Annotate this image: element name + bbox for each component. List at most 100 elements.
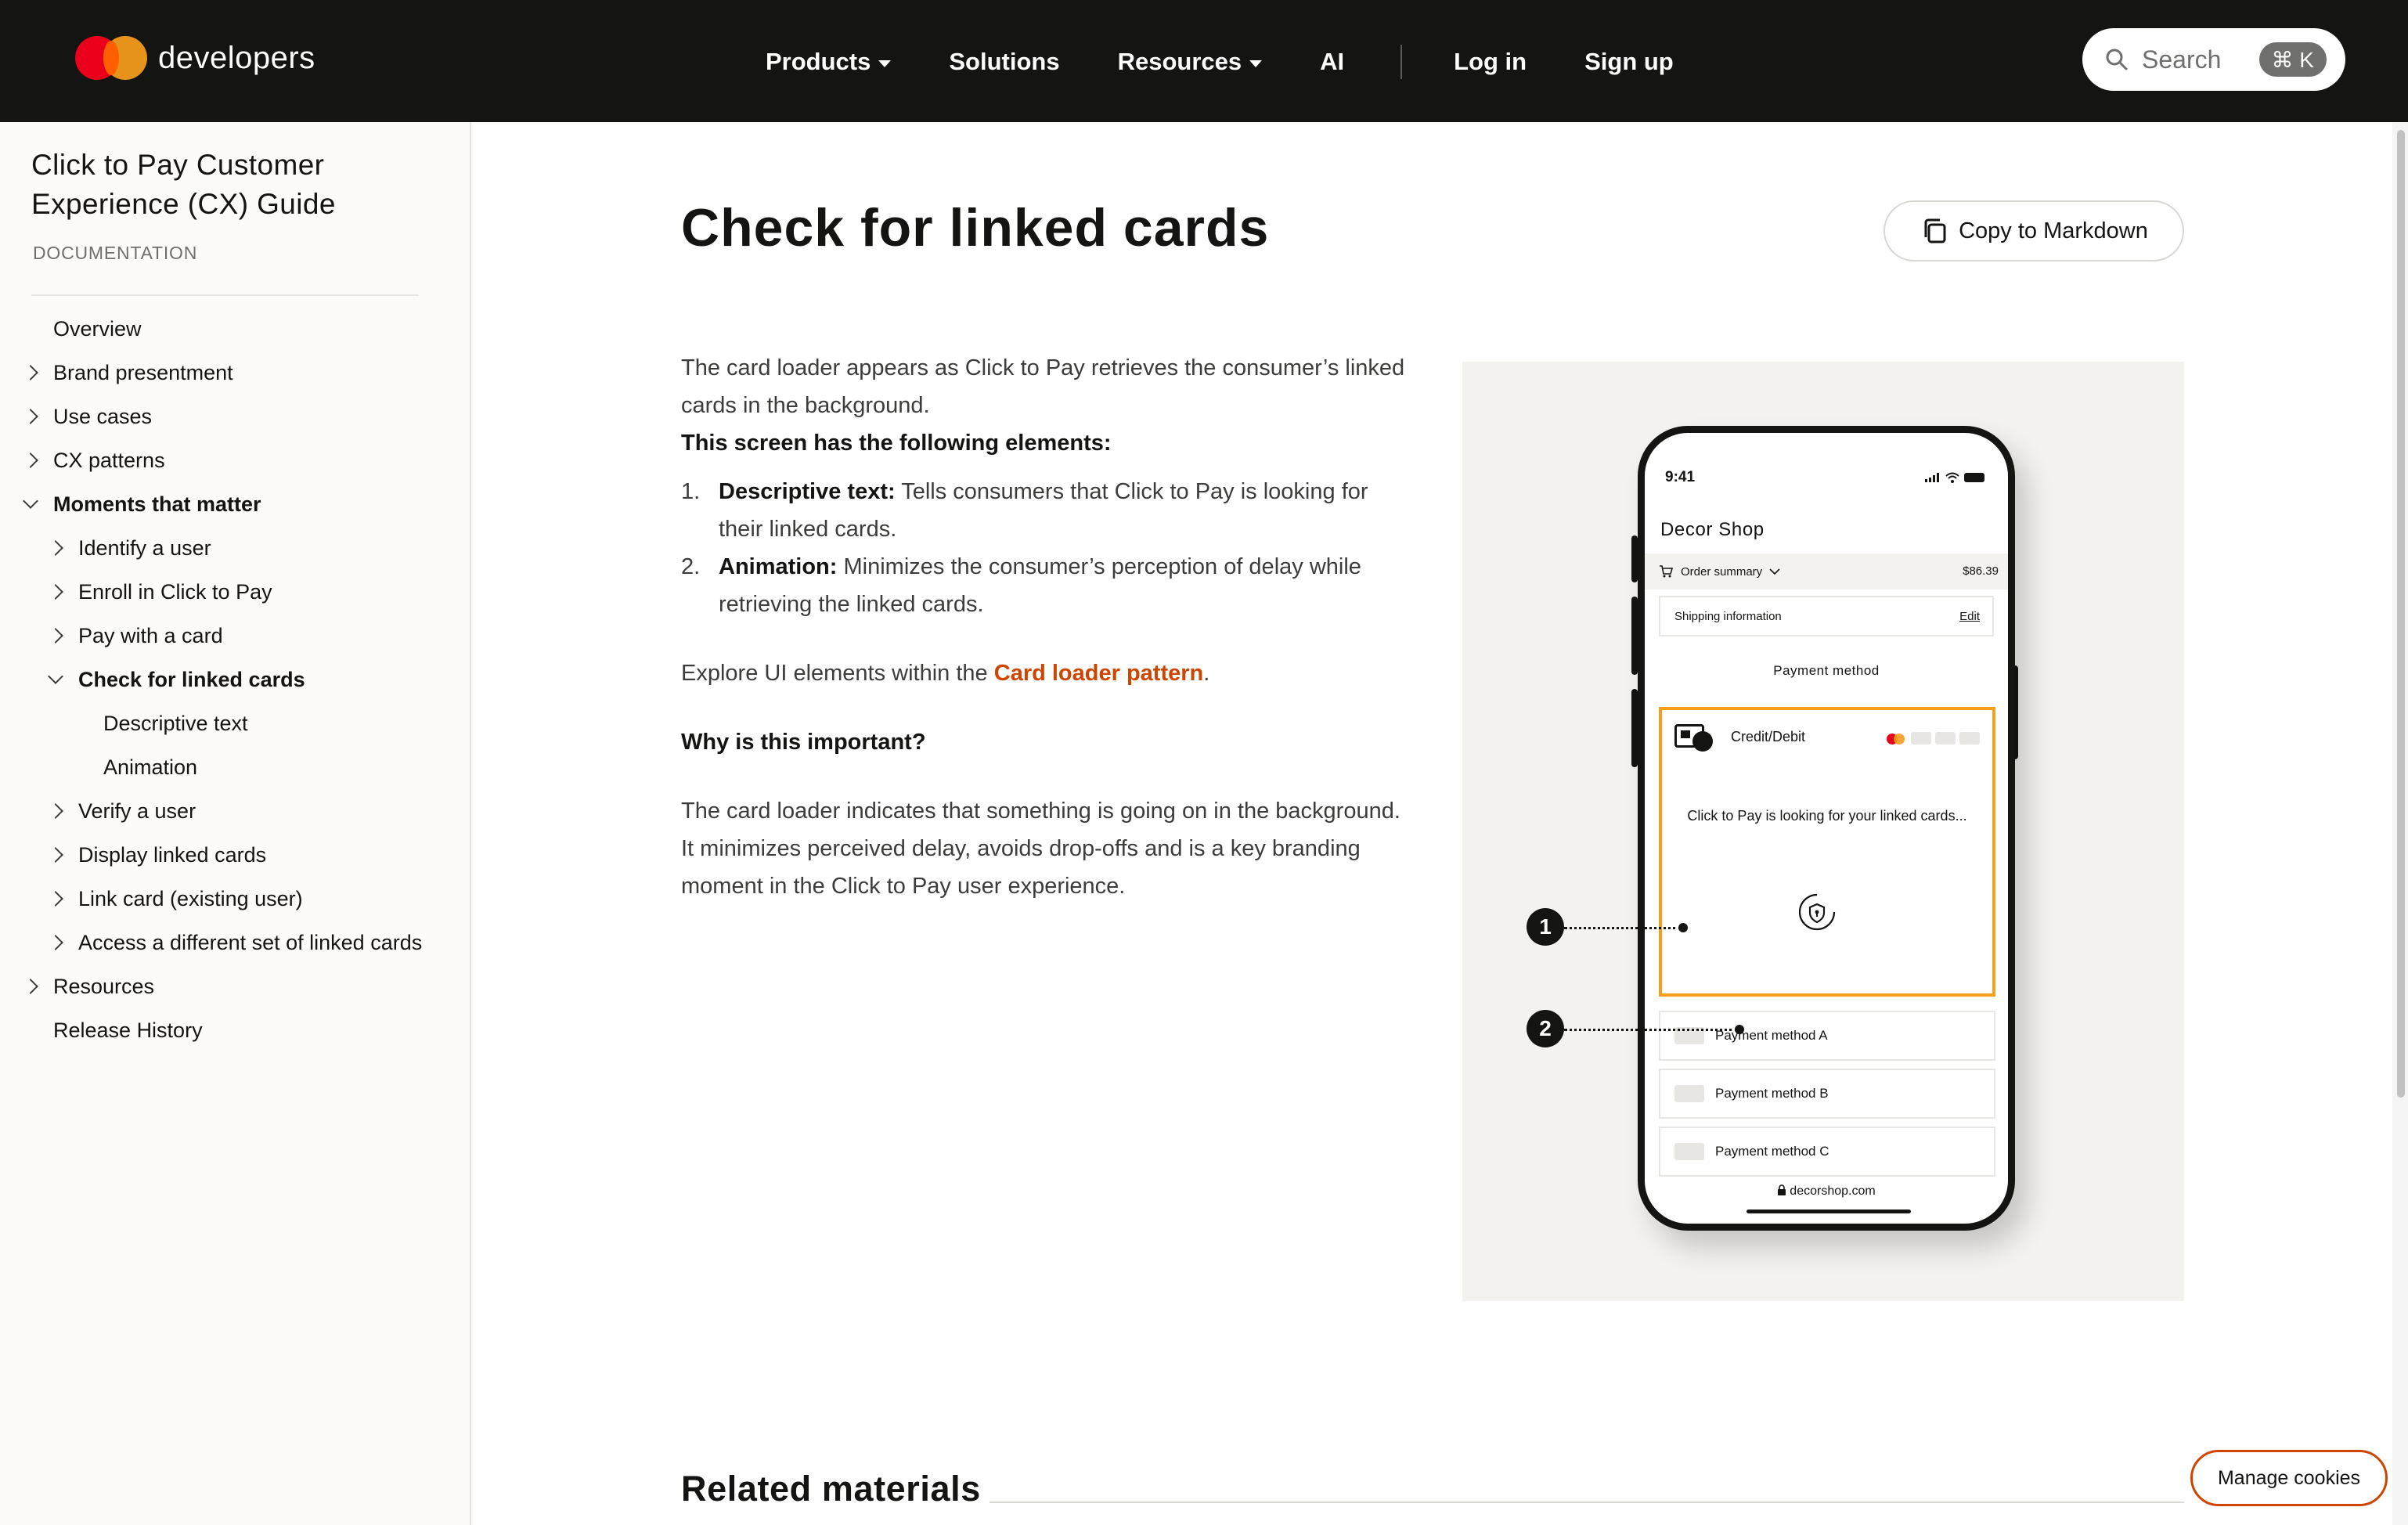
sidebar-item-label: Verify a user: [78, 799, 196, 823]
sidebar-item-link-card-existing-user[interactable]: Link card (existing user): [0, 877, 470, 921]
card-brand-placeholder: [1935, 732, 1956, 744]
credit-debit-label: Credit/Debit: [1731, 729, 1806, 744]
sidebar-item-moments-that-matter[interactable]: Moments that matter: [0, 482, 470, 526]
nav-products-label: Products: [766, 48, 871, 75]
sidebar-item-release-history[interactable]: Release History: [0, 1008, 470, 1052]
sidebar-item-label: Display linked cards: [78, 842, 267, 867]
manage-cookies-button[interactable]: Manage cookies: [2190, 1450, 2388, 1506]
card-loader-illustration: 9:41 Decor Shop Order summary $86.39 Shi…: [1462, 362, 2184, 1301]
sidebar-item-label: Check for linked cards: [78, 667, 305, 691]
explore-prefix: Explore UI elements within the: [681, 661, 994, 686]
docs-sidebar: Click to Pay Customer Experience (CX) Gu…: [0, 122, 471, 1525]
wifi-icon: [1945, 472, 1959, 483]
nav-signup[interactable]: Sign up: [1584, 48, 1674, 76]
shipping-info-row: Shipping information Edit: [1659, 596, 1994, 636]
chevron-right-icon: [48, 584, 63, 600]
copy-icon: [1924, 218, 1946, 243]
payment-method-row: Payment method B: [1659, 1069, 1995, 1119]
top-navigation: developers Products Solutions Resources …: [0, 0, 2408, 122]
sidebar-item-descriptive-text[interactable]: Descriptive text: [0, 701, 470, 745]
intro-text: The card loader appears as Click to Pay …: [681, 355, 1405, 418]
callout-dot: [1678, 923, 1688, 932]
chevron-right-icon: [48, 935, 63, 950]
chevron-right-icon: [48, 803, 63, 819]
sidebar-item-access-a-different-set-of-linked-cards[interactable]: Access a different set of linked cards: [0, 921, 470, 964]
card-brand-icons: [1883, 732, 1980, 744]
list-number: 1.: [681, 479, 701, 504]
nav-products[interactable]: Products: [766, 48, 892, 76]
why-heading: Why is this important?: [681, 730, 926, 755]
sidebar-item-animation[interactable]: Animation: [0, 745, 470, 789]
sidebar-item-label: Moments that matter: [53, 492, 261, 516]
credit-card-icon: [1674, 724, 1713, 752]
why-text: The card loader indicates that something…: [681, 799, 1400, 899]
nav-resources[interactable]: Resources: [1118, 48, 1263, 76]
browser-url-bar: decorshop.com: [1645, 1184, 2008, 1199]
copy-to-markdown-button[interactable]: Copy to Markdown: [1884, 200, 2184, 261]
search-icon: [2106, 49, 2128, 70]
callout-marker: 2: [1527, 1010, 1564, 1047]
card-brand-placeholder: [1959, 732, 1980, 744]
search-label: Search: [2142, 45, 2222, 74]
phone-side-button: [1631, 597, 1638, 675]
nav-login-label: Log in: [1454, 48, 1527, 75]
sidebar-item-label: CX patterns: [53, 448, 165, 472]
search-button[interactable]: Search ⌘ K: [2082, 28, 2345, 91]
phone-mockup: 9:41 Decor Shop Order summary $86.39 Shi…: [1638, 426, 2015, 1231]
mastercard-logo-icon: [75, 36, 147, 80]
cart-icon: [1660, 565, 1673, 578]
sidebar-item-brand-presentment[interactable]: Brand presentment: [0, 351, 470, 395]
sidebar-item-pay-with-a-card[interactable]: Pay with a card: [0, 614, 470, 658]
sidebar-item-overview[interactable]: Overview: [0, 307, 470, 351]
sidebar-item-use-cases[interactable]: Use cases: [0, 395, 470, 438]
sidebar-item-label: Enroll in Click to Pay: [78, 579, 272, 604]
chevron-right-icon: [23, 979, 38, 994]
search-shortcut: ⌘ K: [2258, 42, 2327, 77]
sidebar-item-label: Brand presentment: [53, 360, 233, 384]
scrollbar-thumb[interactable]: [2397, 130, 2405, 1098]
elements-heading: This screen has the following elements:: [681, 431, 1112, 456]
phone-side-button: [1631, 535, 1638, 582]
brand-logo[interactable]: developers: [75, 33, 315, 83]
article-body: The card loader appears as Click to Pay …: [681, 349, 1409, 905]
shipping-label: Shipping information: [1674, 609, 1782, 623]
status-icons: [1925, 472, 1984, 483]
chevron-down-icon: [23, 493, 38, 509]
sidebar-item-label: Release History: [53, 1018, 203, 1042]
sidebar-item-enroll-in-click-to-pay[interactable]: Enroll in Click to Pay: [0, 570, 470, 614]
sidebar-item-verify-a-user[interactable]: Verify a user: [0, 789, 470, 833]
payment-method-title: Payment method: [1773, 663, 1880, 678]
order-summary-bar: Order summary $86.39: [1645, 553, 2008, 589]
sidebar-item-label: Use cases: [53, 404, 153, 428]
nav-login[interactable]: Log in: [1454, 48, 1527, 76]
chevron-right-icon: [23, 452, 38, 468]
sidebar-item-resources[interactable]: Resources: [0, 964, 470, 1008]
sidebar-item-label: Pay with a card: [78, 623, 223, 647]
sidebar-title[interactable]: Click to Pay Customer Experience (CX) Gu…: [31, 146, 438, 224]
shop-name: Decor Shop: [1660, 519, 1765, 540]
chevron-down-icon: [1769, 568, 1780, 575]
sidebar-nav-list: Overview Brand presentment Use cases CX pat…: [0, 307, 470, 1052]
chevron-right-icon: [48, 891, 63, 907]
sidebar-item-cx-patterns[interactable]: CX patterns: [0, 438, 470, 482]
callout-dot: [1735, 1025, 1744, 1034]
caret-down-icon: [1249, 59, 1263, 67]
card-loader-pattern-link[interactable]: Card loader pattern: [994, 661, 1204, 686]
callout-line: [1564, 1029, 1738, 1031]
sidebar-divider: [31, 294, 418, 296]
callout-line: [1564, 927, 1682, 929]
home-indicator: [1747, 1210, 1911, 1213]
payment-method-row: Payment method C: [1659, 1127, 1995, 1177]
sidebar-item-check-for-linked-cards[interactable]: Check for linked cards: [0, 658, 470, 701]
sidebar-item-identify-a-user[interactable]: Identify a user: [0, 526, 470, 570]
nav-ai[interactable]: AI: [1320, 48, 1344, 76]
mastercard-mini-icon: [1887, 732, 1907, 744]
sidebar-item-display-linked-cards[interactable]: Display linked cards: [0, 833, 470, 877]
nav-solutions[interactable]: Solutions: [949, 48, 1059, 76]
list-item: 1. Descriptive text: Tells consumers tha…: [681, 473, 1409, 548]
lock-icon: [1778, 1184, 1786, 1195]
card-brand-placeholder: [1911, 732, 1931, 744]
list-term: Descriptive text:: [719, 479, 896, 504]
list-number: 2.: [681, 554, 701, 579]
payment-method-label: Payment method B: [1715, 1086, 1829, 1101]
